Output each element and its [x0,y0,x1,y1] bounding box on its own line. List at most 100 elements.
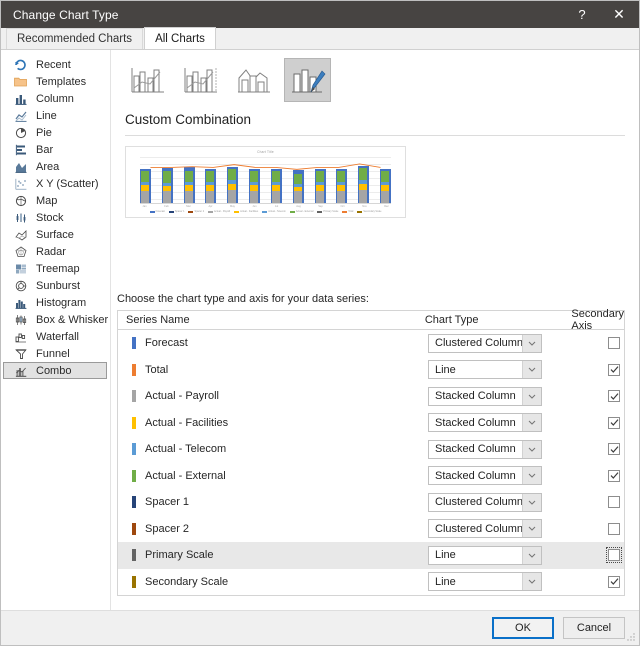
sidebar-item-treemap[interactable]: Treemap [1,260,110,277]
secondary-axis-checkbox[interactable] [608,522,620,535]
secondary-axis-checkbox[interactable] [608,416,620,429]
chart-type-value: Clustered Column [435,337,522,350]
chart-type-dropdown[interactable]: Stacked Column [428,466,542,486]
sidebar-item-combo[interactable]: Combo [3,362,107,379]
sidebar-item-bar[interactable]: Bar [1,141,110,158]
chevron-down-icon[interactable] [522,467,541,485]
sidebar-item-recent[interactable]: Recent [1,56,110,73]
sidebar-item-label: Treemap [36,262,80,275]
sidebar-item-sunburst[interactable]: Sunburst [1,277,110,294]
table-row[interactable]: Actual - External Stacked Column [118,463,624,490]
ok-button[interactable]: OK [492,617,554,639]
chevron-down-icon[interactable] [522,334,541,352]
thumbnail-clustered-column-line-secondary-axis[interactable] [178,58,225,102]
secondary-axis-checkbox[interactable] [608,337,620,350]
chevron-down-icon[interactable] [522,440,541,458]
tab-all-charts[interactable]: All Charts [144,27,216,49]
sidebar-item-x-y-scatter[interactable]: X Y (Scatter) [1,175,110,192]
series-name-label: Actual - Payroll [145,390,219,403]
table-row[interactable]: Actual - Payroll Stacked Column [118,383,624,410]
chevron-down-icon[interactable] [522,520,541,538]
preview-legend-item: Secondary Scale [357,210,381,213]
chart-type-value: Stacked Column [435,469,516,482]
sidebar-item-templates[interactable]: Templates [1,73,110,90]
resize-grip[interactable] [626,632,636,642]
preview-plot-area [140,155,391,203]
chart-type-dropdown[interactable]: Clustered Column [428,492,542,512]
sidebar-item-histogram[interactable]: Histogram [1,294,110,311]
sidebar-item-line[interactable]: Line [1,107,110,124]
sidebar-item-box-whisker[interactable]: Box & Whisker [1,311,110,328]
table-row[interactable]: Total Line [118,357,624,384]
preview-legend-label: Forecast [155,210,165,213]
secondary-axis-checkbox[interactable] [608,363,620,376]
choose-instruction: Choose the chart type and axis for your … [117,293,369,305]
title-bar: Change Chart Type ? ✕ [1,1,639,28]
chart-type-dropdown[interactable]: Clustered Column [428,519,542,539]
chart-type-value: Line [435,363,456,376]
preview-legend-item: Actual - Payroll [208,210,230,213]
thumbnail-stacked-area-clustered-column[interactable] [231,58,278,102]
chevron-down-icon[interactable] [522,414,541,432]
series-color-swatch [132,363,136,376]
chevron-down-icon[interactable] [522,573,541,591]
chevron-down-icon[interactable] [522,361,541,379]
chart-type-dropdown[interactable]: Stacked Column [428,413,542,433]
close-icon[interactable]: ✕ [599,1,639,28]
chart-type-dropdown[interactable]: Stacked Column [428,439,542,459]
secondary-axis-checkbox[interactable] [608,390,620,403]
preview-x-tick: Sep [318,205,323,208]
chart-type-dropdown[interactable]: Clustered Column [428,333,542,353]
thumbnail-custom-combination[interactable] [284,58,331,102]
chart-type-dropdown[interactable]: Line [428,572,542,592]
sidebar-item-map[interactable]: Map [1,192,110,209]
cancel-button[interactable]: Cancel [563,617,625,639]
table-row[interactable]: Secondary Scale Line [118,569,624,596]
sidebar-item-waterfall[interactable]: Waterfall [1,328,110,345]
chart-preview[interactable]: Chart Title Jan Feb Mar Apr May Jun Jul Aug Sep O… [125,146,406,218]
secondary-axis-checkbox[interactable] [608,575,620,588]
sidebar-item-radar[interactable]: Radar [1,243,110,260]
chart-type-value: Clustered Column [435,522,522,535]
sidebar-item-area[interactable]: Area [1,158,110,175]
table-row[interactable]: Forecast Clustered Column [118,330,624,357]
secondary-axis-checkbox[interactable] [608,443,620,456]
preview-x-tick: Apr [208,205,213,208]
table-row[interactable]: Actual - Facilities Stacked Column [118,410,624,437]
chart-type-cell: Line [428,545,568,565]
preview-legend-label: Spacer 2 [194,210,205,213]
table-row[interactable]: Spacer 1 Clustered Column [118,489,624,516]
sidebar-item-funnel[interactable]: Funnel [1,345,110,362]
thumbnail-clustered-column-line[interactable] [125,58,172,102]
tab-recommended-charts[interactable]: Recommended Charts [6,28,144,49]
chevron-down-icon[interactable] [522,546,541,564]
chart-type-cell: Line [428,572,568,592]
preview-x-tick: May [230,205,235,208]
table-row[interactable]: Actual - Telecom Stacked Column [118,436,624,463]
combo-icon [13,364,28,377]
chart-type-dropdown[interactable]: Line [428,360,542,380]
help-icon[interactable]: ? [565,1,599,28]
chart-type-dropdown[interactable]: Line [428,545,542,565]
preview-x-tick: Nov [362,205,367,208]
preview-x-tick: Jun [252,205,257,208]
preview-legend-item: Forecast [149,210,165,213]
chart-type-cell: Clustered Column [428,519,568,539]
sidebar-item-column[interactable]: Column [1,90,110,107]
table-row[interactable]: Spacer 2 Clustered Column [118,516,624,543]
templates-icon [13,75,28,88]
secondary-axis-checkbox[interactable] [608,469,620,482]
chart-type-dropdown[interactable]: Stacked Column [428,386,542,406]
preview-x-tick: Dec [384,205,389,208]
sidebar-item-surface[interactable]: Surface [1,226,110,243]
secondary-axis-checkbox[interactable] [608,496,620,509]
box-whisker-icon [13,313,28,326]
table-row[interactable]: Primary Scale Line [118,542,624,569]
treemap-icon [13,262,28,275]
chevron-down-icon[interactable] [522,493,541,511]
chevron-down-icon[interactable] [522,387,541,405]
preview-legend-label: Secondary Scale [363,210,382,213]
secondary-axis-checkbox[interactable] [606,547,622,564]
sidebar-item-pie[interactable]: Pie [1,124,110,141]
sidebar-item-stock[interactable]: Stock [1,209,110,226]
